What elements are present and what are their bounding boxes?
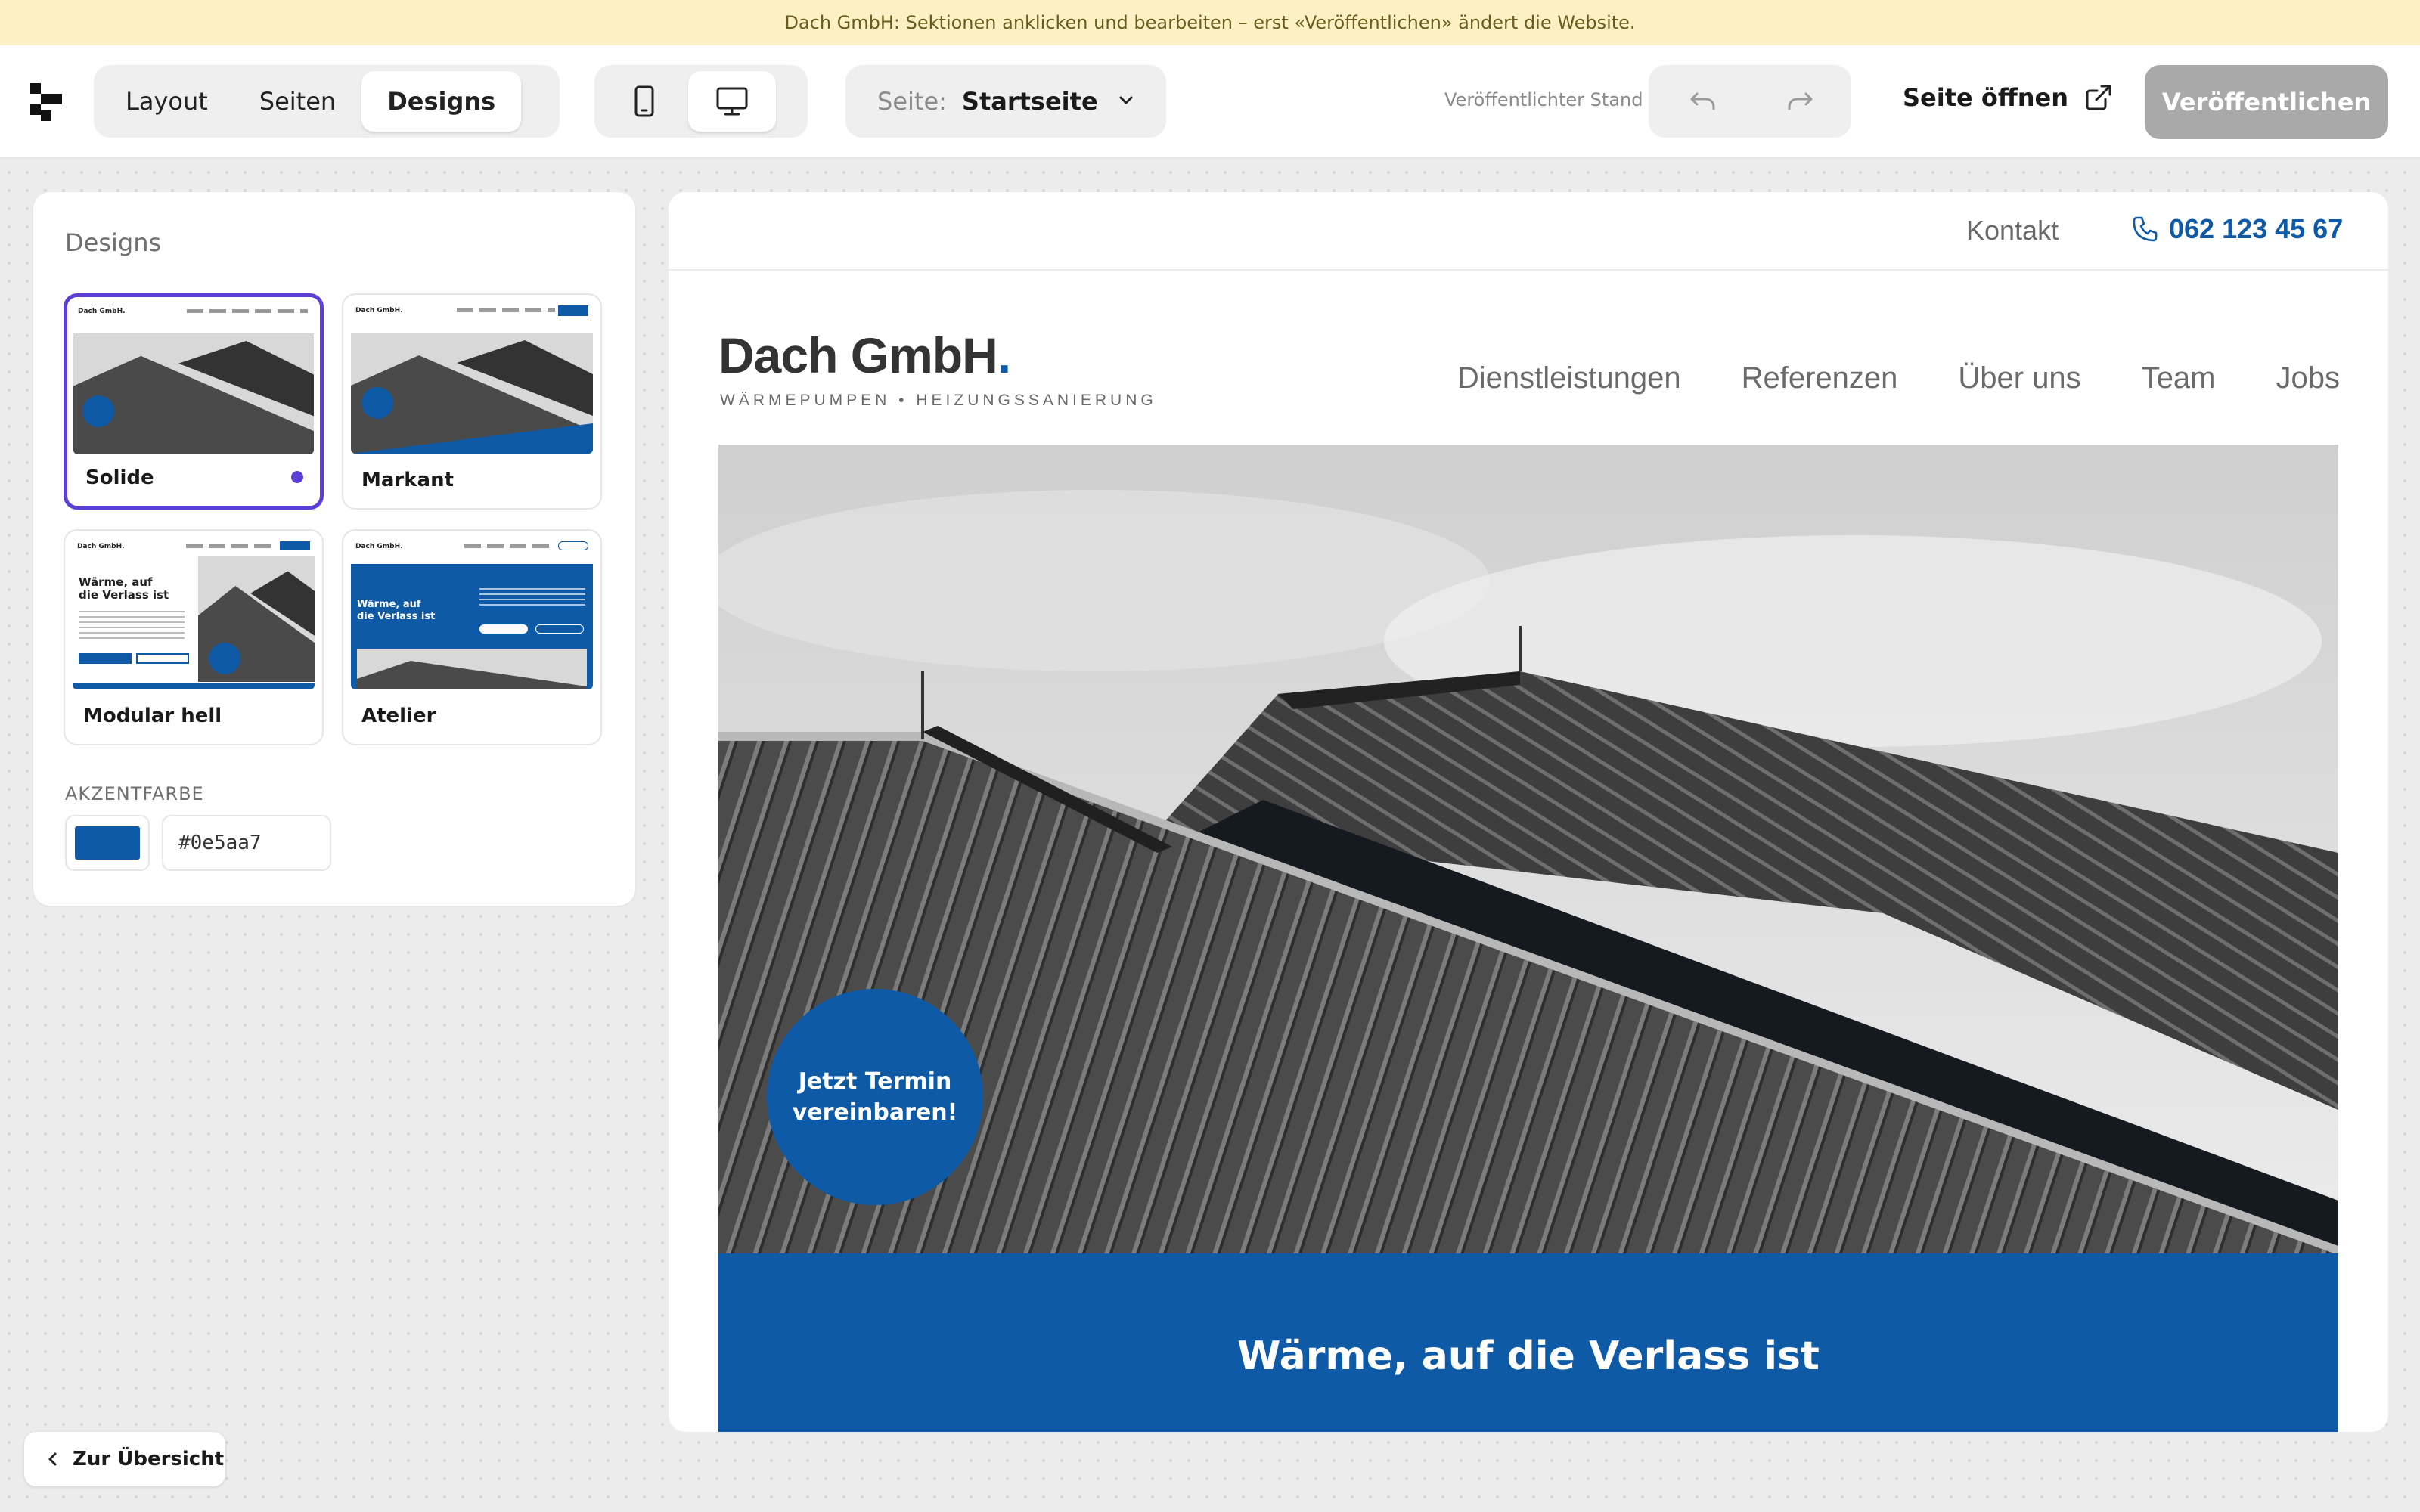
phone-icon bbox=[2133, 216, 2158, 242]
accent-color-label: AKZENTFARBE bbox=[65, 783, 204, 804]
nav-item-about[interactable]: Über uns bbox=[1958, 361, 2080, 395]
selected-indicator bbox=[291, 471, 303, 483]
design-card-name: Atelier bbox=[361, 705, 436, 727]
tab-pages[interactable]: Seiten bbox=[234, 71, 361, 132]
back-button-label: Zur Übersicht bbox=[73, 1448, 225, 1470]
design-thumbnail: Dach GmbH. bbox=[73, 303, 314, 454]
hero-section[interactable]: Jetzt Termin vereinbaren! bbox=[718, 445, 2338, 1255]
accent-color-picker[interactable] bbox=[65, 815, 150, 871]
design-card-name: Modular hell bbox=[83, 705, 222, 727]
phone-number: 062 123 45 67 bbox=[2169, 213, 2344, 244]
page-select-label: Seite: bbox=[877, 87, 947, 116]
design-thumbnail: Dach GmbH. bbox=[351, 302, 593, 454]
site-header: Dach GmbH. WÄRMEPUMPEN • HEIZUNGSSANIERU… bbox=[669, 272, 2388, 443]
designs-panel: Designs Dach GmbH. Solide Dach GmbH. Mar… bbox=[33, 192, 635, 906]
hero-headline: Wärme, auf die Verlass ist bbox=[1237, 1334, 1820, 1379]
design-card-atelier[interactable]: Dach GmbH. Wärme, auf die Verlass ist Ate… bbox=[342, 529, 602, 745]
chevron-left-icon bbox=[48, 1452, 57, 1466]
design-card-markant[interactable]: Dach GmbH. Markant bbox=[342, 293, 602, 510]
brand-name: Dach GmbH bbox=[718, 327, 998, 383]
accent-color-swatch bbox=[75, 826, 140, 860]
nav-item-team[interactable]: Team bbox=[2142, 361, 2216, 395]
design-thumbnail: Dach GmbH. Wärme, auf die Verlass ist bbox=[351, 538, 593, 689]
editor-toolbar: Layout Seiten Designs Seite: Startseite … bbox=[0, 45, 2420, 159]
app-logo[interactable] bbox=[30, 83, 64, 121]
external-link-icon bbox=[2086, 85, 2111, 110]
site-tagline: WÄRMEPUMPEN • HEIZUNGSSANIERUNG bbox=[720, 392, 1157, 409]
nav-item-services[interactable]: Dienstleistungen bbox=[1457, 361, 1681, 395]
site-topbar: Kontakt 062 123 45 67 bbox=[669, 192, 2388, 271]
monitor-icon bbox=[716, 87, 748, 116]
accent-color-input[interactable]: #0e5aa7 bbox=[162, 815, 331, 871]
design-card-name: Solide bbox=[85, 466, 154, 489]
site-brand[interactable]: Dach GmbH. bbox=[718, 327, 1011, 384]
tab-layout[interactable]: Layout bbox=[100, 71, 234, 132]
design-card-solide[interactable]: Dach GmbH. Solide bbox=[64, 293, 324, 510]
designs-panel-title: Designs bbox=[65, 228, 162, 257]
desktop-view-button[interactable] bbox=[688, 71, 776, 132]
contact-link[interactable]: Kontakt bbox=[1966, 215, 2059, 246]
history-controls bbox=[1649, 65, 1851, 138]
phone-device-icon bbox=[634, 85, 654, 117]
published-state-label: Veröffentlichter Stand bbox=[1444, 89, 1643, 110]
design-card-name: Markant bbox=[361, 469, 455, 491]
page-select-value: Startseite bbox=[961, 87, 1098, 116]
design-card-modular-hell[interactable]: Dach GmbH. Wärme, auf die Verlass ist Mod… bbox=[64, 529, 324, 745]
info-banner-text: Dach GmbH: Sektionen anklicken und bearb… bbox=[784, 12, 1636, 33]
open-site-button[interactable]: Seite öffnen bbox=[1903, 83, 2112, 112]
phone-link[interactable]: 062 123 45 67 bbox=[2131, 213, 2343, 245]
publish-button[interactable]: Veröffentlichen bbox=[2145, 65, 2388, 139]
design-thumbnail: Dach GmbH. Wärme, auf die Verlass ist bbox=[73, 538, 315, 689]
website-preview[interactable]: Kontakt 062 123 45 67 Dach GmbH. WÄRMEPU… bbox=[669, 192, 2388, 1432]
nav-item-jobs[interactable]: Jobs bbox=[2276, 361, 2341, 395]
nav-item-references[interactable]: Referenzen bbox=[1742, 361, 1898, 395]
device-toggle bbox=[594, 65, 808, 138]
hero-headline-band[interactable]: Wärme, auf die Verlass ist bbox=[718, 1253, 2338, 1432]
brand-dot: . bbox=[997, 327, 1011, 383]
info-banner: Dach GmbH: Sektionen anklicken und bearb… bbox=[0, 0, 2420, 45]
site-main-nav: Dienstleistungen Referenzen Über uns Tea… bbox=[1457, 361, 2340, 395]
tab-designs[interactable]: Designs bbox=[361, 71, 522, 132]
chevron-down-icon bbox=[1119, 96, 1133, 104]
mobile-view-button[interactable] bbox=[600, 71, 688, 132]
back-to-overview-button[interactable]: Zur Übersicht bbox=[24, 1432, 225, 1486]
open-site-label: Seite öffnen bbox=[1903, 83, 2069, 112]
redo-icon[interactable] bbox=[1785, 88, 1815, 115]
appointment-cta-button[interactable]: Jetzt Termin vereinbaren! bbox=[767, 989, 983, 1205]
editor-mode-tabs: Layout Seiten Designs bbox=[94, 65, 560, 138]
page-select[interactable]: Seite: Startseite bbox=[845, 65, 1166, 138]
undo-icon[interactable] bbox=[1688, 88, 1718, 115]
